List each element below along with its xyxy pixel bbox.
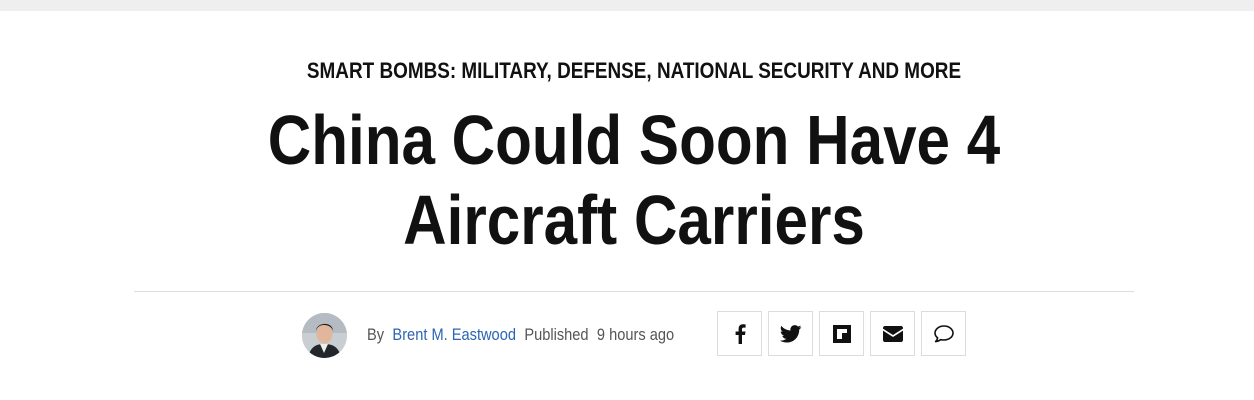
share-facebook-button[interactable]	[717, 311, 762, 356]
share-email-button[interactable]	[870, 311, 915, 356]
email-icon	[882, 325, 903, 342]
comment-icon	[933, 324, 955, 344]
share-flipboard-button[interactable]	[819, 311, 864, 356]
share-bar	[717, 311, 966, 356]
author-link[interactable]: Brent M. Eastwood	[392, 325, 516, 344]
header-divider	[134, 291, 1134, 292]
section-category-link[interactable]: SMART BOMBS: MILITARY, DEFENSE, NATIONAL…	[89, 58, 1179, 84]
published-time: 9 hours ago	[596, 325, 675, 344]
facebook-icon	[734, 323, 746, 344]
comment-button[interactable]	[921, 311, 966, 356]
author-avatar[interactable]	[302, 313, 347, 358]
top-strip	[0, 0, 1254, 11]
published-label: Published	[524, 325, 589, 344]
by-label: By	[367, 325, 385, 344]
share-twitter-button[interactable]	[768, 311, 813, 356]
byline: By Brent M. Eastwood Published 9 hours a…	[367, 325, 674, 345]
article-title: China Could Soon Have 4 Aircraft Carrier…	[267, 101, 1001, 259]
twitter-icon	[779, 324, 802, 343]
flipboard-icon	[832, 324, 851, 343]
